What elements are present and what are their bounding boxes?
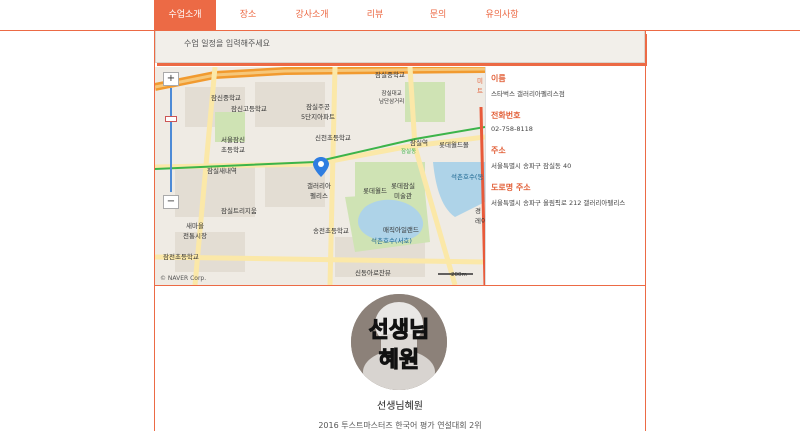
teacher-career: 2016 투스트마스터즈 한국어 평가 연설대회 2위 <box>318 421 482 430</box>
place-info-panel: 이름 스타벅스 갤러리아펠리스점 전화번호 02-758-8118 주소 서울특… <box>485 67 645 285</box>
content-frame: 수업 일정을 입력해주세요 + − 잠실중학교 잠신중학교 잠신고등학교 잠실주… <box>154 31 646 431</box>
map-label: 롯데월드 <box>363 187 387 195</box>
map[interactable]: + − 잠실중학교 잠신중학교 잠신고등학교 잠실주공 5단지아파트 서울잠신 … <box>155 67 485 285</box>
map-label: 잠실동 <box>401 149 417 155</box>
map-label: 서울잠신 초등학교 <box>221 136 245 154</box>
road-address-value: 서울특별시 송파구 올림픽로 212 갤러리아펠리스 <box>491 199 626 207</box>
section-divider <box>155 285 645 286</box>
top-nav: 수업소개 장소 강사소개 리뷰 문의 유의사항 <box>0 0 800 31</box>
phone-label: 전화번호 <box>491 111 521 120</box>
teacher-avatar: 선생님 혜원 <box>351 294 447 390</box>
zoom-slider-handle[interactable] <box>165 116 177 122</box>
map-label: 송전초등학교 <box>313 227 349 235</box>
map-label: 잠실역 <box>410 139 428 147</box>
zoom-track[interactable] <box>170 88 172 192</box>
map-label: 잠실중학교 <box>375 71 405 79</box>
address-value: 서울특별시 송파구 잠실동 40 <box>491 162 572 170</box>
tab-inquiry[interactable]: 문의 <box>406 0 470 31</box>
tab-bar: 수업소개 장소 강사소개 리뷰 문의 유의사항 <box>154 0 534 31</box>
zoom-out-button[interactable]: − <box>163 195 179 209</box>
tab-class-intro[interactable]: 수업소개 <box>154 0 216 31</box>
map-label: 잠전초등학교 <box>163 253 199 261</box>
map-label: 잠실주공 5단지아파트 <box>301 103 336 121</box>
map-label: 매직아일랜드 <box>383 226 419 234</box>
map-label: 잠실대교 남단삼거리 <box>379 91 405 105</box>
map-label: 경 레이크 <box>475 207 485 225</box>
tab-notice[interactable]: 유의사항 <box>470 0 534 31</box>
zoom-control: + − <box>163 72 179 212</box>
map-label: 롯데월드몰 <box>439 141 469 149</box>
phone-value: 02-758-8118 <box>491 125 533 133</box>
tab-review[interactable]: 리뷰 <box>344 0 406 31</box>
tab-place[interactable]: 장소 <box>216 0 280 31</box>
address-label: 주소 <box>491 146 506 155</box>
avatar-text-bottom: 혜원 <box>378 348 420 374</box>
schedule-text: 수업 일정을 입력해주세요 <box>184 39 271 48</box>
teacher-name: 선생님혜원 <box>377 401 423 412</box>
schedule-box: 수업 일정을 입력해주세요 <box>155 31 645 63</box>
map-label: 갤러리아 펠리스 <box>307 182 331 200</box>
map-label: 신천초등학교 <box>315 134 351 142</box>
zoom-in-button[interactable]: + <box>163 72 179 86</box>
map-copyright: © NAVER Corp. <box>160 275 207 282</box>
name-label: 이름 <box>491 74 506 83</box>
avatar-text-top: 선생님 <box>368 318 430 344</box>
map-label: 잠신중학교 <box>211 94 241 102</box>
map-label: 잠신고등학교 <box>231 105 267 113</box>
map-label: 잠실새내역 <box>207 167 237 175</box>
map-label: 잠실트리지움 <box>221 207 257 215</box>
road-address-label: 도로명 주소 <box>491 183 531 192</box>
map-label: 새마을 전통시장 <box>183 222 207 240</box>
map-label: 롯데잠실 미술관 <box>391 182 415 200</box>
map-label: 석촌호수(서호) <box>371 237 412 245</box>
map-label: 신동아로잔뷰 <box>355 269 391 277</box>
map-scale: 200m <box>451 272 467 278</box>
name-value: 스타벅스 갤러리아펠리스점 <box>491 90 565 98</box>
map-label: 미 트 <box>477 77 483 95</box>
map-canvas[interactable] <box>155 67 485 285</box>
map-label: 석촌호수(동 <box>451 173 484 181</box>
tab-teacher[interactable]: 강사소개 <box>280 0 344 31</box>
